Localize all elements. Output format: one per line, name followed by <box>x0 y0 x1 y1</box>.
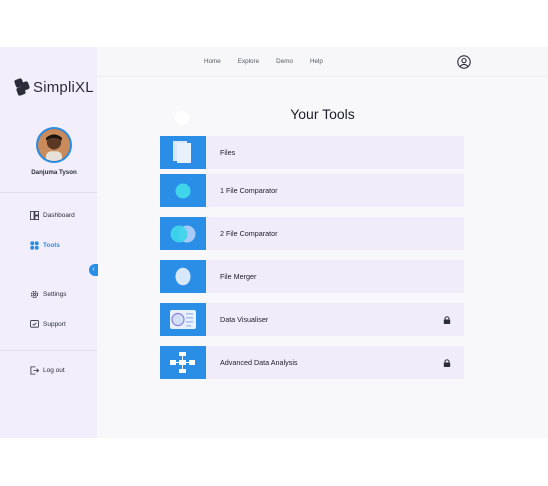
files-icon <box>160 136 206 169</box>
tool-row-1-file-comparator[interactable]: 1 File Comparator <box>160 174 464 207</box>
tool-label: Files <box>220 148 236 157</box>
tool-row-2-file-comparator[interactable]: 2 File Comparator <box>160 217 464 250</box>
top-navigation: Home Explore Demo Help <box>97 47 548 77</box>
page-title: Your Tools <box>290 106 355 122</box>
brand-name: SimpliXL <box>33 78 94 96</box>
nav-link-home[interactable]: Home <box>204 58 221 65</box>
collapse-sidebar-button[interactable]: ‹ <box>89 264 98 276</box>
lock-icon <box>442 358 452 368</box>
sidebar: SimpliXL Danjuma Tyson Dashboard Tools S… <box>0 47 97 438</box>
sidebar-item-dashboard[interactable]: Dashboard <box>30 211 75 220</box>
tool-label: Advanced Data Analysis <box>220 358 298 367</box>
settings-icon <box>30 290 39 299</box>
tool-row-files[interactable]: Files <box>160 136 464 169</box>
tool-label: 2 File Comparator <box>220 229 278 238</box>
tool-label: Data Visualiser <box>220 315 269 324</box>
sidebar-divider <box>0 350 97 351</box>
sidebar-item-tools[interactable]: Tools <box>30 241 60 250</box>
single-circle-icon <box>160 174 206 207</box>
sidebar-item-support[interactable]: Support <box>30 320 66 329</box>
flow-diagram-icon <box>160 346 206 379</box>
sidebar-item-label: Settings <box>43 291 67 298</box>
floating-bubble <box>175 111 189 125</box>
logo-icon <box>13 77 31 97</box>
double-circle-icon <box>160 217 206 250</box>
support-icon <box>30 320 39 329</box>
sidebar-item-settings[interactable]: Settings <box>30 290 67 299</box>
app-window: SimpliXL Danjuma Tyson Dashboard Tools S… <box>0 47 548 438</box>
sidebar-item-label: Tools <box>43 242 60 249</box>
tools-icon <box>30 241 39 250</box>
profile-icon[interactable] <box>457 55 471 69</box>
sidebar-item-label: Support <box>43 321 66 328</box>
tool-row-file-merger[interactable]: File Merger <box>160 260 464 293</box>
tool-row-advanced-data-analysis[interactable]: Advanced Data Analysis <box>160 346 464 379</box>
nav-link-demo[interactable]: Demo <box>276 58 293 65</box>
sidebar-divider <box>0 192 97 193</box>
sidebar-item-logout[interactable]: Log out <box>30 366 65 375</box>
tool-label: File Merger <box>220 272 257 281</box>
data-visualiser-icon <box>160 303 206 336</box>
lock-icon <box>442 315 452 325</box>
merge-icon <box>160 260 206 293</box>
nav-link-help[interactable]: Help <box>310 58 323 65</box>
avatar[interactable] <box>36 127 72 163</box>
sidebar-item-label: Log out <box>43 367 65 374</box>
dashboard-icon <box>30 211 39 220</box>
brand-logo[interactable]: SimpliXL <box>13 77 94 97</box>
tool-label: 1 File Comparator <box>220 186 278 195</box>
nav-link-explore[interactable]: Explore <box>238 58 259 65</box>
logout-icon <box>30 366 39 375</box>
tool-row-data-visualiser[interactable]: Data Visualiser <box>160 303 464 336</box>
user-name: Danjuma Tyson <box>31 169 77 176</box>
sidebar-item-label: Dashboard <box>43 212 75 219</box>
